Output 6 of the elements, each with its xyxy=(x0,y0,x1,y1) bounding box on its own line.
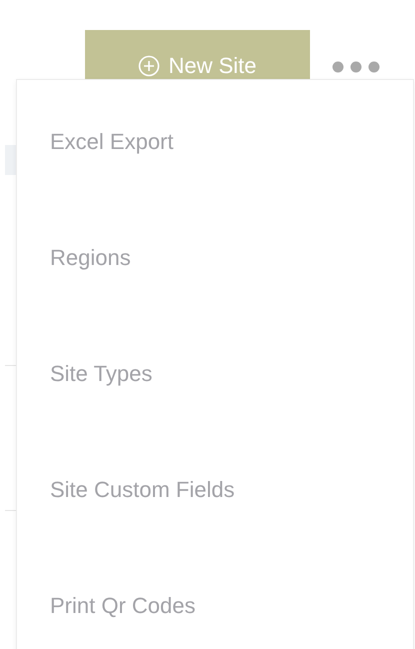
menu-item[interactable]: Regions xyxy=(17,200,413,316)
menu-item[interactable]: Print Qr Codes xyxy=(17,548,413,649)
plus-circle-icon xyxy=(138,54,160,76)
menu-item[interactable]: Site Types xyxy=(17,316,413,432)
more-icon[interactable] xyxy=(332,61,380,73)
menu-item[interactable]: Site Custom Fields xyxy=(17,432,413,548)
